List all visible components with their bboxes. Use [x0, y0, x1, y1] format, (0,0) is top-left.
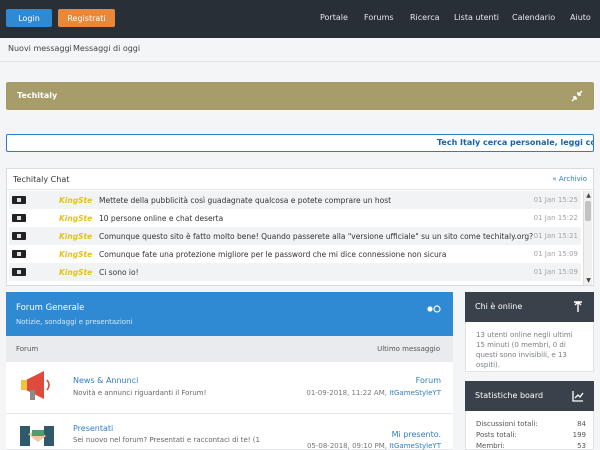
scroll-down-icon[interactable]: ▼: [585, 277, 592, 284]
forum-column-headers: Forum Ultimo messaggio: [6, 336, 453, 362]
register-button[interactable]: Registrati: [58, 9, 115, 27]
online-text: 13 utenti online negli ultimi 15 minuti …: [465, 322, 594, 372]
nav-calendario[interactable]: Calendario: [512, 13, 555, 22]
forum-name-presentati[interactable]: Presentati: [73, 424, 113, 433]
chat-scrollbar[interactable]: ▲ ▼: [583, 191, 592, 285]
chat-message: KingSte 10 persone online e chat deserta…: [9, 209, 581, 227]
subnav: Nuovi messaggi Messaggi di oggi: [0, 38, 600, 62]
stats-title: Statistiche board: [475, 391, 544, 400]
chat-message: KingSte Ci sono io! 01 Jan 15:09: [9, 263, 581, 281]
last-post-title[interactable]: Forum: [416, 376, 441, 385]
chat-messages: KingSte Mettete della pubblicità così gu…: [9, 191, 581, 285]
marquee-text[interactable]: Tech Italy cerca personale, leggi come d…: [437, 138, 593, 147]
stats-header: Statistiche board: [465, 381, 594, 411]
login-button[interactable]: Login: [6, 9, 52, 27]
flag-icon: [12, 196, 26, 204]
chat-message: KingSte Mettete della pubblicità così gu…: [9, 191, 581, 209]
scroll-up-icon[interactable]: ▲: [585, 192, 592, 199]
stat-row: Discussioni totali: 84: [476, 420, 586, 430]
last-post-user[interactable]: ItGameStyleYT: [389, 389, 441, 397]
chat-text: 10 persone online e chat deserta: [99, 214, 224, 223]
chat-text: Comunque fate una protezione migliore pe…: [99, 250, 447, 259]
nav-portale[interactable]: Portale: [320, 13, 348, 22]
forum-row: News & Annunci Novità e annunci riguarda…: [6, 362, 453, 414]
chat-title: Techitaly Chat: [13, 175, 70, 184]
chart-icon[interactable]: [572, 390, 584, 402]
banner-title: Techitaly: [17, 91, 58, 100]
megaphone-icon: [21, 371, 50, 400]
chat-archive-link[interactable]: « Archivio: [552, 175, 587, 183]
category-description: Notizie, sondaggi e presentazioni: [16, 318, 133, 326]
chat-text: Ci sono io!: [99, 268, 139, 277]
chat-text: Mettete della pubblicità così guadagnate…: [99, 196, 392, 205]
chat-time: 01 Jan 15:09: [533, 268, 578, 276]
handshake-icon: [20, 426, 54, 446]
techitaly-banner: Techitaly: [6, 82, 594, 110]
chat-time: 01 Jan 15:21: [533, 232, 578, 240]
collapse-icon[interactable]: [571, 90, 583, 102]
stat-value: 53: [577, 442, 586, 450]
chat-user[interactable]: KingSte: [59, 268, 92, 277]
category-title[interactable]: Forum Generale: [16, 303, 84, 313]
last-post-date: 05-08-2018, 09:10 PM,: [306, 442, 387, 450]
last-post-user[interactable]: ItGameStyleYT: [389, 442, 441, 450]
chat-box: Techitaly Chat « Archivio KingSte Mettet…: [6, 168, 594, 286]
chat-message: KingSte Comunque fate una protezione mig…: [9, 245, 581, 263]
chat-user[interactable]: KingSte: [59, 196, 92, 205]
new-posts-link[interactable]: Nuovi messaggi: [8, 44, 72, 53]
chat-time: 01 Jan 15:09: [533, 250, 578, 258]
chat-time: 01 Jan 15:22: [533, 214, 578, 222]
chat-text: Comunque questo sito è fatto molto bene!…: [99, 232, 534, 241]
forum-category-header: Forum Generale Notizie, sondaggi e prese…: [6, 292, 453, 336]
scroll-thumb[interactable]: [585, 201, 591, 221]
stat-row: Membri: 53: [476, 442, 586, 450]
last-post-meta: 01-09-2018, 11:22 AM, ItGameStyleYT: [306, 389, 441, 397]
chat-user[interactable]: KingSte: [59, 232, 92, 241]
stat-row: Posts totali: 199: [476, 431, 586, 441]
top-navbar: Login Registrati Portale Forums Ricerca …: [0, 0, 600, 38]
nav-forums[interactable]: Forums: [364, 13, 394, 22]
flag-icon: [12, 232, 26, 240]
online-title: Chi è online: [475, 302, 523, 311]
flag-icon: [12, 268, 26, 276]
forum-description: Sei nuovo nel forum? Presentati e raccon…: [73, 436, 260, 444]
announcement-marquee[interactable]: Tech Italy cerca personale, leggi come d…: [6, 134, 594, 152]
toggle-icon[interactable]: [427, 305, 441, 313]
stat-label: Discussioni totali:: [476, 420, 538, 428]
online-header: Chi è online: [465, 292, 594, 322]
flag-icon: [12, 250, 26, 258]
last-post-title[interactable]: Mi presento.: [392, 430, 441, 439]
forum-row: Presentati Sei nuovo nel forum? Presenta…: [6, 414, 453, 450]
forum-description: Novità e annunci riguardanti il Forum!: [73, 389, 207, 397]
stat-value: 84: [577, 420, 586, 428]
column-forum: Forum: [16, 345, 39, 353]
stat-value: 199: [572, 431, 586, 439]
chat-user[interactable]: KingSte: [59, 214, 92, 223]
flag-icon: [12, 214, 26, 222]
chat-user[interactable]: KingSte: [59, 250, 92, 259]
stat-label: Membri:: [476, 442, 505, 450]
last-post-date: 01-09-2018, 11:22 AM,: [306, 389, 387, 397]
chat-header: Techitaly Chat « Archivio: [7, 169, 593, 190]
column-last-post: Ultimo messaggio: [377, 345, 440, 353]
stat-label: Posts totali:: [476, 431, 517, 439]
forum-name-news[interactable]: News & Annunci: [73, 376, 138, 385]
nav-lista-utenti[interactable]: Lista utenti: [454, 13, 499, 22]
today-posts-link[interactable]: Messaggi di oggi: [73, 44, 140, 53]
stats-body: Discussioni totali: 84 Posts totali: 199…: [465, 411, 594, 450]
nav-ricerca[interactable]: Ricerca: [410, 13, 440, 22]
nav-aiuto[interactable]: Aiuto: [570, 13, 591, 22]
chat-time: 01 Jan 15:25: [533, 196, 578, 204]
chat-message: KingSte Comunque questo sito è fatto mol…: [9, 227, 581, 245]
last-post-meta: 05-08-2018, 09:10 PM, ItGameStyleYT: [307, 442, 441, 450]
pin-icon[interactable]: [572, 301, 584, 313]
